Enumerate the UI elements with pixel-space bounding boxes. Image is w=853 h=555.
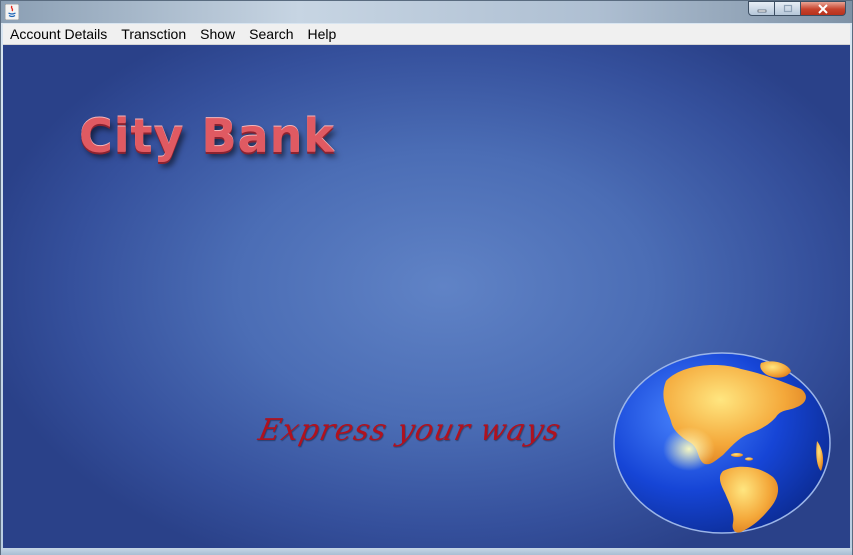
menu-show[interactable]: Show <box>193 24 242 44</box>
close-button[interactable] <box>801 1 846 16</box>
maximize-icon <box>783 4 792 13</box>
window-controls <box>748 1 846 16</box>
minimize-button[interactable] <box>748 1 775 16</box>
title-bar[interactable] <box>1 1 852 23</box>
minimize-icon <box>757 9 766 12</box>
menu-transaction[interactable]: Transction <box>114 24 193 44</box>
window-bottom-border <box>1 548 852 555</box>
menu-account-details[interactable]: Account Details <box>3 24 114 44</box>
globe-icon <box>613 352 831 534</box>
bank-slogan: Express your ways <box>255 413 565 448</box>
menu-help[interactable]: Help <box>301 24 344 44</box>
close-icon <box>818 3 828 14</box>
java-app-icon <box>5 4 19 20</box>
app-window: Account Details Transction Show Search H… <box>0 0 853 555</box>
bank-title: City Bank <box>79 109 335 163</box>
menu-search[interactable]: Search <box>242 24 300 44</box>
splash-panel: City Bank Express your ways <box>3 45 850 548</box>
maximize-button[interactable] <box>775 1 801 16</box>
menu-bar: Account Details Transction Show Search H… <box>3 24 850 45</box>
